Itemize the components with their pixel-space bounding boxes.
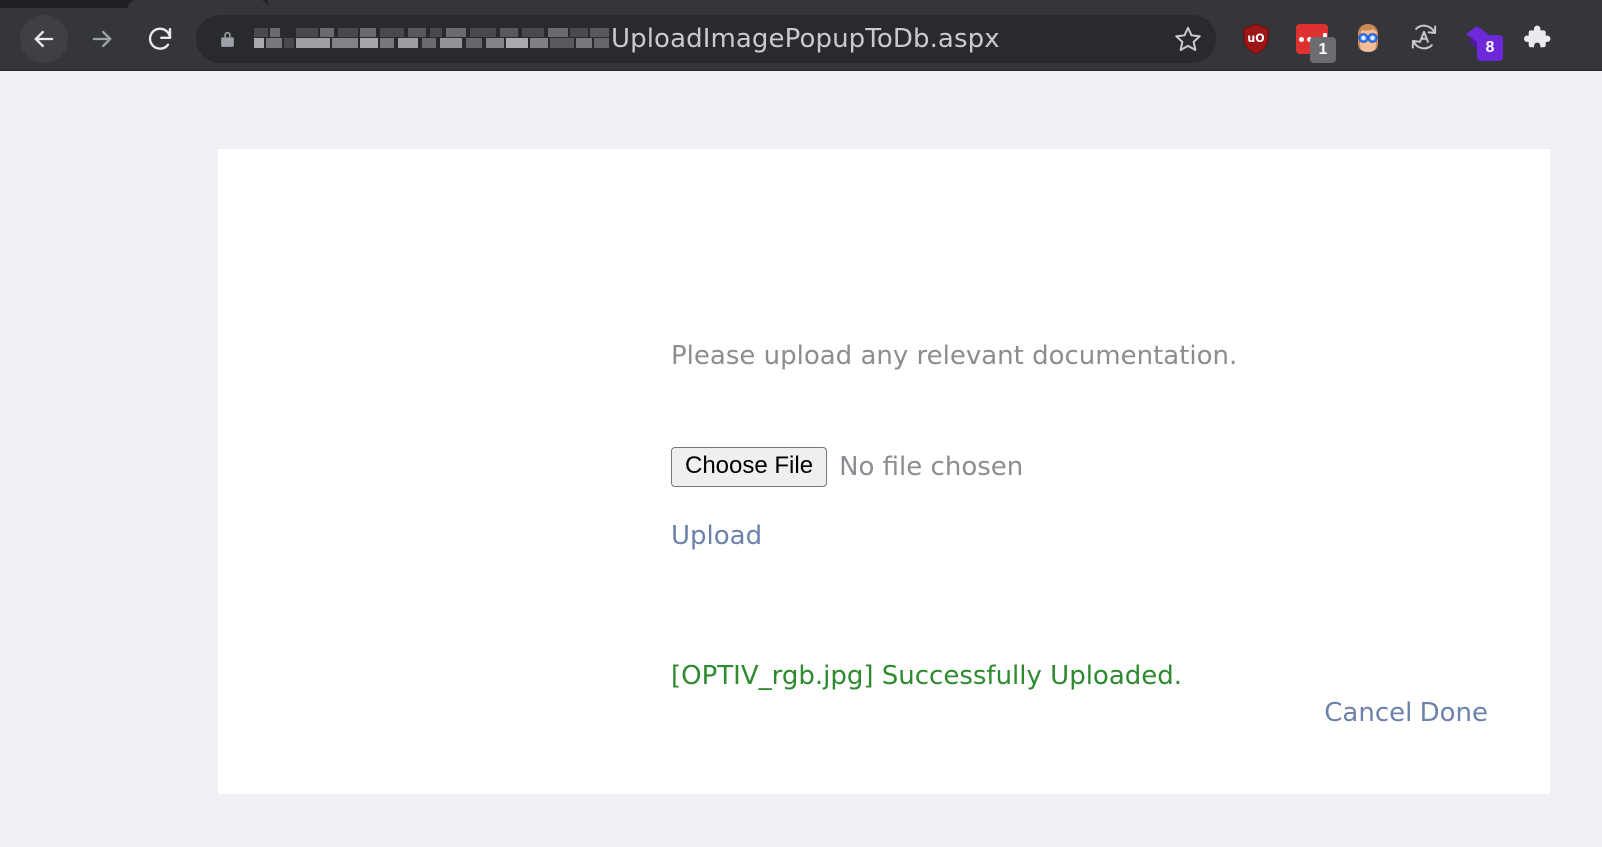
extension-badge-count: 1 xyxy=(1310,37,1336,63)
upload-dialog-content: Please upload any relevant documentation… xyxy=(671,149,1531,794)
back-button[interactable] xyxy=(20,15,68,63)
reload-icon xyxy=(145,24,175,54)
forward-button[interactable] xyxy=(78,15,126,63)
dialog-actions: Cancel Done xyxy=(671,697,1531,728)
status-badge: [OPTIV_rgb.jpg] Successfully Uploaded. xyxy=(671,661,1183,691)
tab-strip-filler xyxy=(268,0,1602,8)
address-bar[interactable]: UploadImagePopupToDb.aspx xyxy=(196,15,1216,63)
file-input-row: Choose File No file chosen xyxy=(671,447,1024,488)
page-title: Please upload any relevant documentation… xyxy=(671,341,1238,371)
red-dots-extension-button[interactable]: 1 xyxy=(1284,15,1340,63)
extension-tray: uO 1 8 xyxy=(1228,15,1564,63)
reload-button[interactable] xyxy=(136,15,184,63)
url-text-container: UploadImagePopupToDb.aspx xyxy=(254,15,1166,63)
choose-file-button[interactable]: Choose File xyxy=(671,447,828,488)
extension-badge-count: 8 xyxy=(1477,35,1503,61)
svg-text:uO: uO xyxy=(1247,32,1264,45)
arrow-left-icon xyxy=(30,25,58,53)
avatar-goggles-extension-button[interactable] xyxy=(1340,15,1396,63)
puzzle-piece-icon xyxy=(1520,21,1552,58)
translate-extension-button[interactable] xyxy=(1396,15,1452,63)
upload-link[interactable]: Upload xyxy=(671,521,762,551)
file-chosen-status: No file chosen xyxy=(839,452,1024,483)
translate-a-icon xyxy=(1407,20,1441,59)
url-text: UploadImagePopupToDb.aspx xyxy=(611,24,1000,54)
tab-strip xyxy=(0,0,1602,8)
ublock-origin-extension-button[interactable]: uO xyxy=(1228,15,1284,63)
done-link[interactable]: Done xyxy=(1420,698,1488,728)
star-icon[interactable] xyxy=(1166,17,1210,61)
upload-dialog-card: Please upload any relevant documentation… xyxy=(218,149,1550,794)
active-tab[interactable] xyxy=(128,0,268,8)
arrow-right-icon xyxy=(88,25,116,53)
cancel-link[interactable]: Cancel xyxy=(1324,698,1412,728)
browser-chrome: UploadImagePopupToDb.aspx uO 1 8 xyxy=(0,0,1602,71)
face-goggles-icon xyxy=(1351,22,1385,56)
shield-icon: uO xyxy=(1241,23,1271,55)
redacted-url-segment xyxy=(254,26,609,52)
purple-diamond-extension-button[interactable]: 8 xyxy=(1452,15,1508,63)
page-viewport: Please upload any relevant documentation… xyxy=(0,71,1602,847)
lock-icon xyxy=(218,27,238,51)
browser-toolbar: UploadImagePopupToDb.aspx uO 1 8 xyxy=(0,8,1602,70)
extensions-menu-button[interactable] xyxy=(1508,15,1564,63)
action-separator xyxy=(1412,697,1419,727)
